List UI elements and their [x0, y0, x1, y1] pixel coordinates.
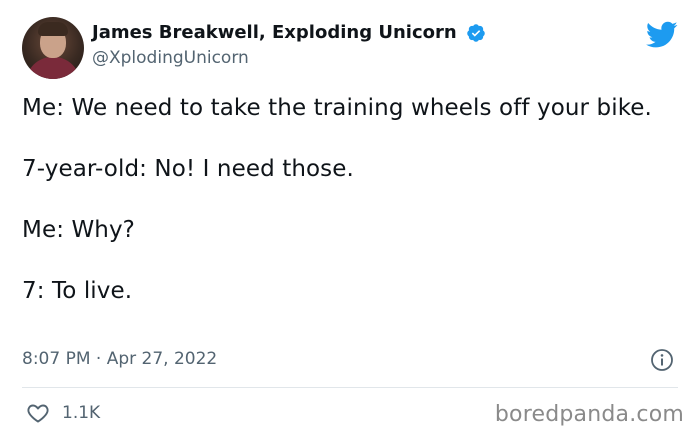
timestamp-separator: ·: [95, 349, 102, 369]
like-count: 1.1K: [62, 403, 101, 423]
tweet-header: James Breakwell, Exploding Unicorn @Xplo…: [22, 17, 682, 79]
author-display-name[interactable]: James Breakwell, Exploding Unicorn: [92, 22, 457, 44]
avatar[interactable]: [22, 17, 84, 79]
watermark: boredpanda.com: [494, 402, 684, 427]
tweet-timestamp[interactable]: 8:07 PM · Apr 27, 2022: [22, 347, 217, 371]
tweet-date: Apr 27, 2022: [106, 349, 218, 369]
tweet-line-2: 7-year-old: No! I need those.: [22, 156, 354, 182]
tweet-text: Me: We need to take the training wheels …: [22, 93, 672, 307]
author-handle[interactable]: @XplodingUnicorn: [92, 47, 486, 69]
verified-badge-icon: [467, 24, 485, 42]
heart-outline-icon: [27, 404, 49, 423]
divider: [22, 387, 678, 388]
tweet-time: 8:07 PM: [22, 349, 91, 369]
tweet-line-1: Me: We need to take the training wheels …: [22, 95, 652, 121]
tweet-line-4: 7: To live.: [22, 278, 133, 304]
info-icon[interactable]: [650, 348, 674, 372]
tweet-line-3: Me: Why?: [22, 217, 135, 243]
author-block: James Breakwell, Exploding Unicorn @Xplo…: [92, 22, 486, 69]
twitter-bird-icon[interactable]: [646, 21, 678, 49]
like-button[interactable]: 1.1K: [26, 401, 100, 425]
